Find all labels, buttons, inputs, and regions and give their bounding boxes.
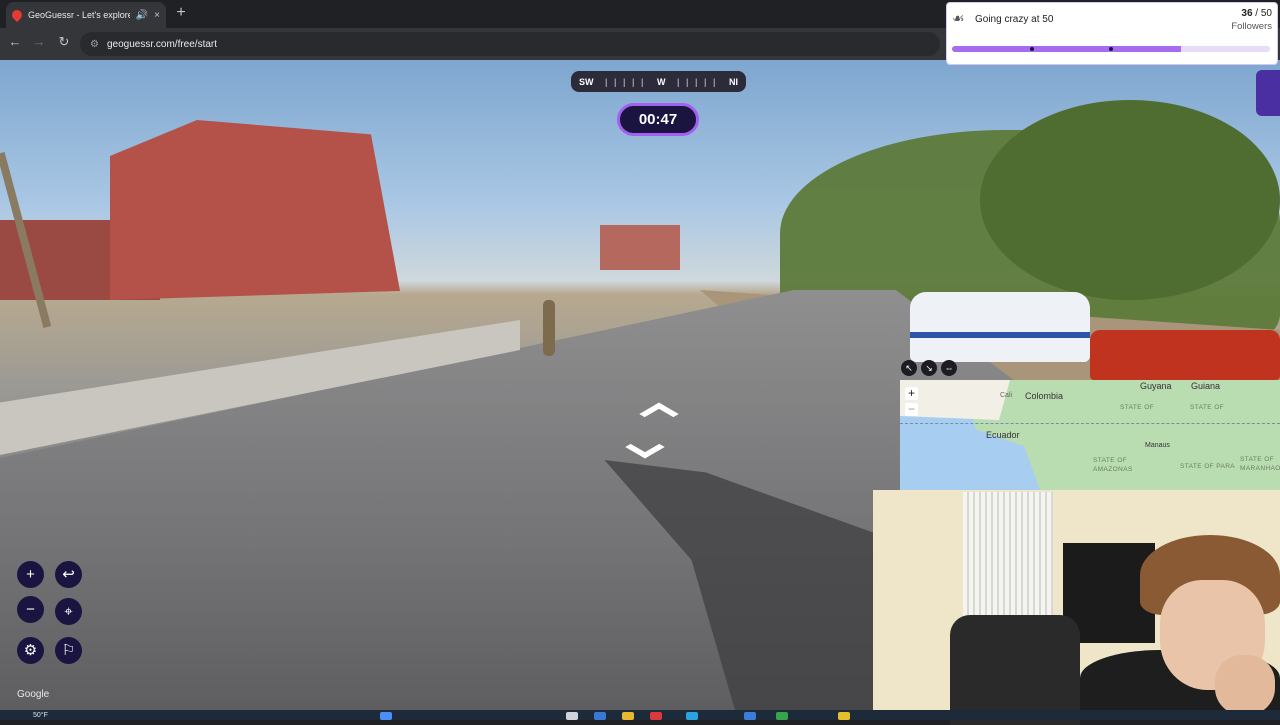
distant-building: [600, 225, 680, 270]
folder-icon[interactable]: [622, 712, 634, 720]
return-to-start-flag-button[interactable]: ⚐: [55, 637, 82, 664]
os-taskbar: [0, 710, 1280, 720]
side-panel-tab[interactable]: [1256, 70, 1280, 116]
heart-hand-icon: ☙: [952, 10, 965, 26]
site-info-icon[interactable]: ⚙: [90, 39, 99, 50]
map-label-ecuador: Ecuador: [986, 430, 1020, 440]
tree: [980, 100, 1280, 300]
white-van: [910, 292, 1090, 362]
hand: [1215, 655, 1275, 715]
taskbar-app-icon[interactable]: [744, 712, 756, 720]
map-label-amazonas: STATE OF AMAZONAS: [1093, 457, 1133, 473]
start-icon[interactable]: [380, 712, 392, 720]
map-label-guiana: Guiana: [1191, 381, 1221, 391]
pedestrian: [543, 300, 555, 356]
map-zoom-out-button[interactable]: −: [905, 403, 918, 416]
taskbar-app-icon[interactable]: [686, 712, 698, 720]
goal-label: Followers: [1231, 21, 1272, 32]
map-expand-icon[interactable]: ↖: [901, 360, 917, 376]
new-tab-button[interactable]: +: [172, 4, 190, 22]
zoom-out-button[interactable]: −: [17, 596, 44, 623]
weather-widget[interactable]: 50°F: [33, 712, 48, 719]
geoguessr-favicon-icon: [9, 7, 25, 23]
map-toolbar: ↖ ↘ ⇔: [901, 360, 957, 378]
compass: SW | | | | | W | | | | | NI: [571, 71, 746, 92]
map-label-state: STATE OF: [1190, 404, 1225, 411]
checkpoint-button[interactable]: ⌖: [55, 598, 82, 625]
google-logo: Google: [17, 689, 50, 700]
address-bar[interactable]: ⚙ geoguessr.com/free/start: [80, 32, 940, 56]
map-zoom-in-button[interactable]: +: [905, 387, 918, 400]
map-label-para: STATE OF PARA: [1180, 463, 1236, 470]
taskbar-app-icon[interactable]: [838, 712, 850, 720]
map-label-cali: Cali: [1000, 392, 1013, 399]
goal-marker: [1030, 47, 1034, 51]
taskbar-app-icon[interactable]: [566, 712, 578, 720]
van-stripe: [910, 332, 1090, 338]
address-url: geoguessr.com/free/start: [106, 38, 218, 50]
tab-title: GeoGuessr - Let's explore t: [28, 10, 130, 20]
undo-move-button[interactable]: ↩: [55, 561, 82, 588]
map-pin-icon[interactable]: ⇔: [941, 360, 957, 376]
close-tab-icon[interactable]: ×: [154, 10, 160, 21]
chair: [950, 615, 1080, 725]
settings-button[interactable]: ⚙: [17, 637, 44, 664]
brick-building: [110, 120, 400, 300]
map-shrink-icon[interactable]: ↘: [921, 360, 937, 376]
compass-ticks: | | | | |: [676, 76, 718, 87]
goal-title: Going crazy at 50: [975, 14, 1054, 25]
map-label-guyana: Guyana: [1140, 381, 1172, 391]
back-button[interactable]: ←: [5, 34, 25, 49]
audio-icon[interactable]: 🔊: [136, 10, 148, 21]
browser-tab[interactable]: GeoGuessr - Let's explore t 🔊 ×: [6, 2, 166, 28]
compass-left: SW: [579, 76, 594, 87]
forward-button[interactable]: →: [29, 34, 49, 49]
compass-right: NI: [729, 76, 738, 87]
map-label-colombia: Colombia: [1025, 391, 1064, 401]
equator-line: [900, 423, 1280, 424]
goal-progress-fill: [952, 46, 1181, 52]
map-label-maranhao: STATE OF MARANHAO: [1240, 456, 1280, 472]
red-car: [1090, 330, 1280, 380]
goal-count: 36 / 50: [1241, 8, 1272, 19]
browser-icon[interactable]: [650, 712, 662, 720]
compass-ticks: | | | | |: [604, 76, 646, 87]
taskbar-app-icon[interactable]: [776, 712, 788, 720]
goal-marker: [1109, 47, 1113, 51]
zoom-in-button[interactable]: +: [17, 561, 44, 588]
map-label-manaus: Manaus: [1145, 442, 1170, 449]
round-timer: 00:47: [617, 103, 699, 136]
compass-center: W: [657, 76, 666, 87]
taskbar-app-icon[interactable]: [594, 712, 606, 720]
map-label-state: STATE OF: [1120, 404, 1155, 411]
reload-button[interactable]: ↻: [54, 34, 74, 50]
